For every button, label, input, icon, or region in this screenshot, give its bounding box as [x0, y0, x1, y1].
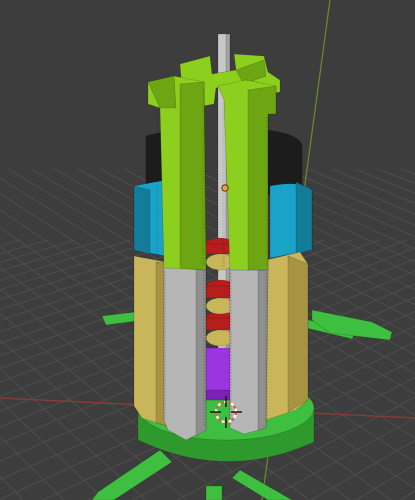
object-origin-dot — [221, 184, 229, 192]
grey-panel-left — [163, 267, 207, 441]
3d-viewport[interactable] — [0, 0, 415, 500]
grid-line — [0, 475, 24, 500]
viewport-canvas[interactable] — [0, 0, 415, 500]
grid-line — [400, 168, 415, 175]
